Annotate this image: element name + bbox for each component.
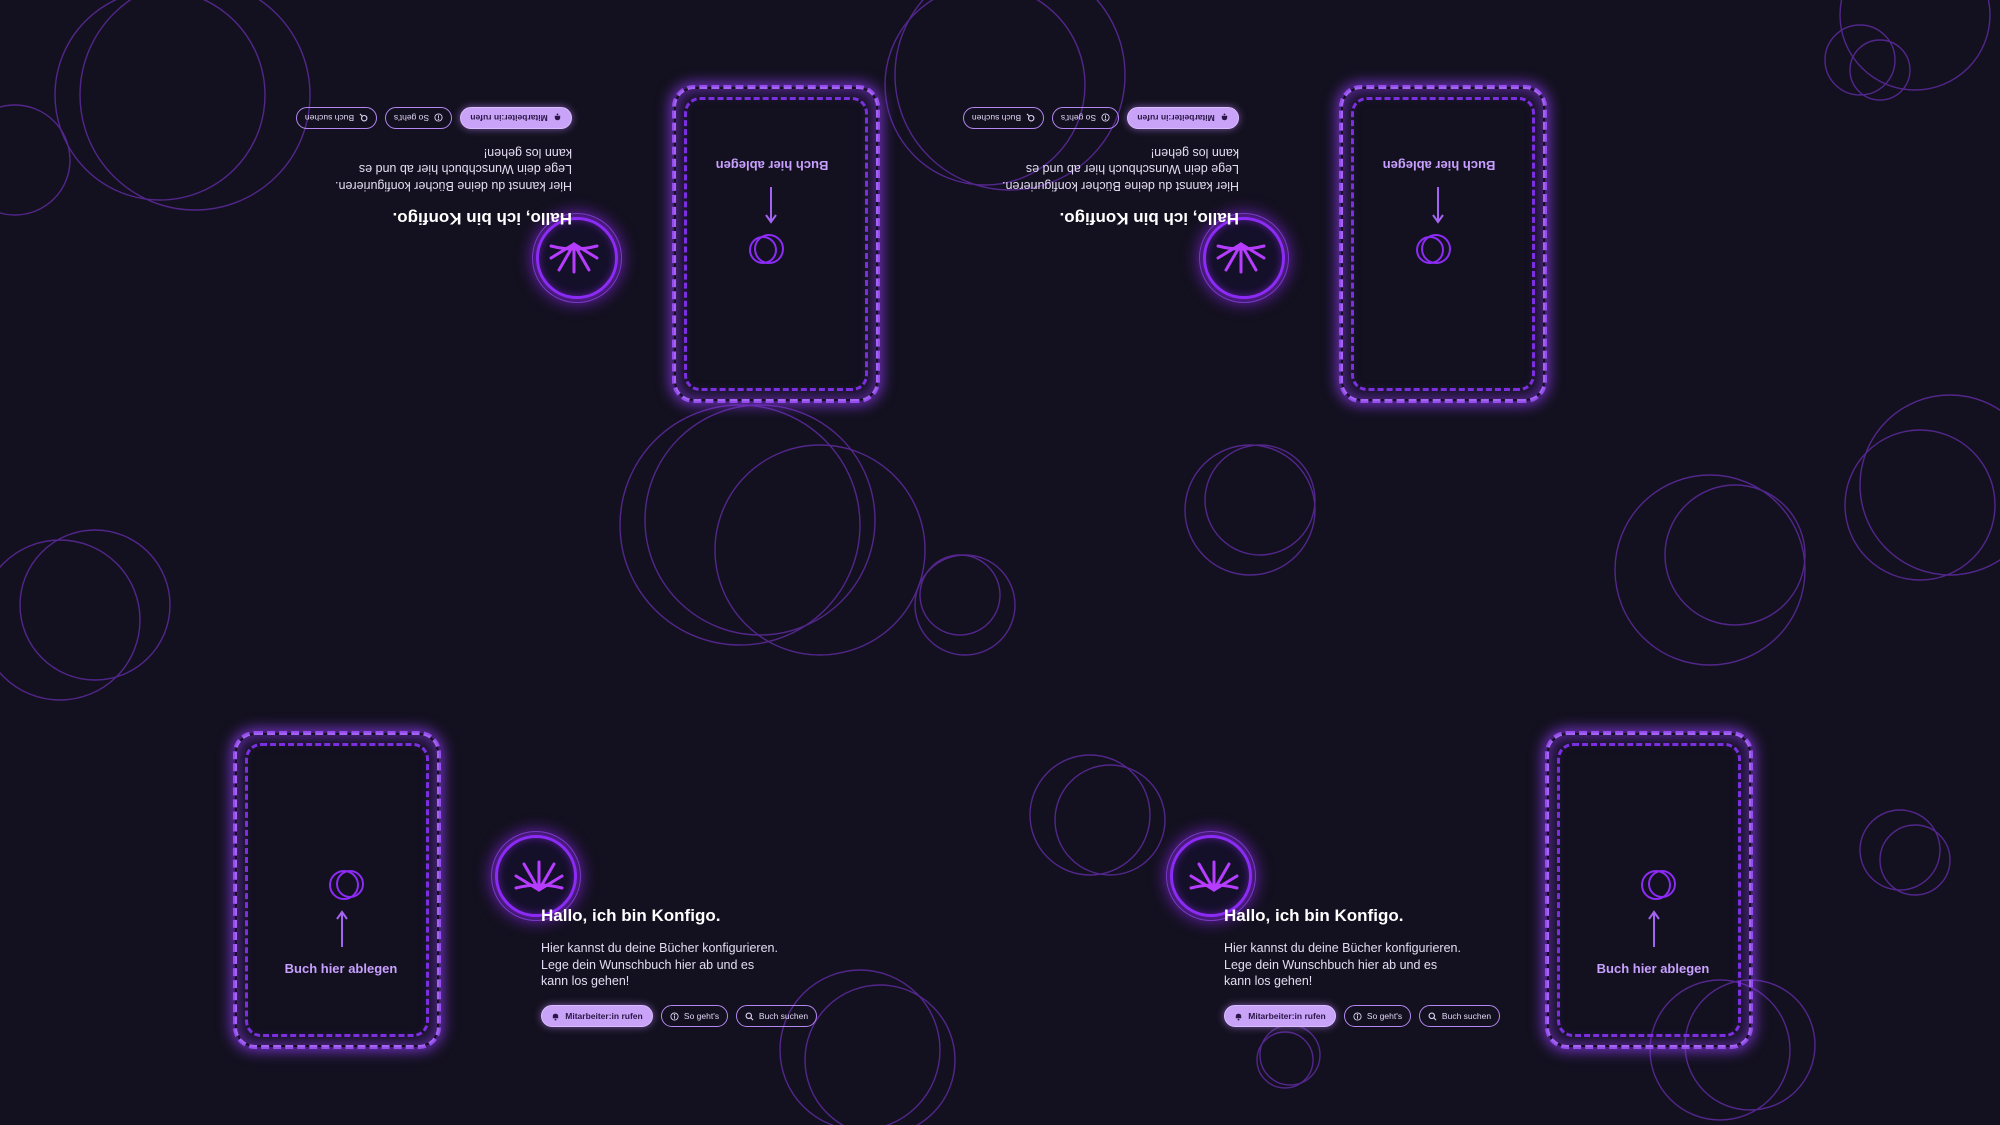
bell-icon xyxy=(1221,113,1227,121)
intro-text: Hier kannst du deine Bücher konfiguriere… xyxy=(1002,146,1239,193)
greeting-heading: Hallo, ich bin Konfigo. xyxy=(1224,906,1404,925)
info-icon xyxy=(1101,113,1110,123)
arrow-up-icon xyxy=(765,187,777,224)
how-it-works-button[interactable]: So geht's xyxy=(385,107,452,129)
info-icon xyxy=(670,1011,679,1021)
how-it-works-button[interactable]: So geht's xyxy=(661,1005,728,1027)
drop-zone-label: Buch hier ablegen xyxy=(715,158,829,173)
info-icon xyxy=(1353,1011,1362,1021)
how-it-works-button[interactable]: So geht's xyxy=(1344,1005,1411,1027)
book-sensor-icon xyxy=(1416,234,1451,264)
station-bottom-left: Buch hier ablegen Hallo, ich bin Konfigo… xyxy=(233,731,863,1061)
intro-text: Hier kannst du deine Bücher konfiguriere… xyxy=(335,146,572,193)
open-book-icon xyxy=(1216,242,1266,274)
station-top-right: Buch hier ablegen Hallo, ich bin Konfigo… xyxy=(917,73,1547,403)
station-top-left: Buch hier ablegen Hallo, ich bin Konfigo… xyxy=(250,73,880,403)
search-book-button[interactable]: Buch suchen xyxy=(296,107,377,129)
book-drop-zone[interactable]: Buch hier ablegen xyxy=(1339,85,1547,403)
arrow-up-icon xyxy=(1432,187,1444,224)
station-bottom-right-panel: Hallo, ich bin Konfigo. Hier kannst du d… xyxy=(900,731,1530,1061)
konfigo-avatar xyxy=(1203,217,1285,299)
search-icon xyxy=(359,114,368,122)
arrow-up-icon xyxy=(1648,910,1660,947)
search-icon xyxy=(1428,1012,1437,1020)
call-staff-button[interactable]: Mitarbeiter:in rufen xyxy=(1224,1005,1336,1027)
open-book-icon xyxy=(514,860,564,892)
intro-text: Hier kannst du deine Bücher konfiguriere… xyxy=(541,941,778,988)
drop-zone-label: Buch hier ablegen xyxy=(284,961,398,976)
book-drop-zone[interactable]: Buch hier ablegen xyxy=(672,85,880,403)
intro-text: Hier kannst du deine Bücher konfiguriere… xyxy=(1224,941,1461,988)
drop-zone-label: Buch hier ablegen xyxy=(1596,961,1710,976)
book-sensor-icon xyxy=(329,870,364,900)
how-it-works-button[interactable]: So geht's xyxy=(1052,107,1119,129)
greeting-heading: Hallo, ich bin Konfigo. xyxy=(541,906,721,925)
info-icon xyxy=(434,113,443,123)
konfigo-avatar xyxy=(491,831,581,921)
search-book-button[interactable]: Buch suchen xyxy=(1419,1005,1500,1027)
call-staff-button[interactable]: Mitarbeiter:in rufen xyxy=(1127,107,1239,129)
search-icon xyxy=(1026,114,1035,122)
open-book-icon xyxy=(1189,860,1239,892)
search-icon xyxy=(745,1012,754,1020)
call-staff-button[interactable]: Mitarbeiter:in rufen xyxy=(460,107,572,129)
book-sensor-icon xyxy=(749,234,784,264)
book-drop-zone[interactable]: Buch hier ablegen xyxy=(233,731,441,1049)
konfigo-avatar xyxy=(1166,831,1256,921)
call-staff-button[interactable]: Mitarbeiter:in rufen xyxy=(541,1005,653,1027)
book-drop-zone[interactable]: Buch hier ablegen xyxy=(1545,731,1753,1049)
drop-zone-label: Buch hier ablegen xyxy=(1382,158,1496,173)
open-book-icon xyxy=(549,242,599,274)
search-book-button[interactable]: Buch suchen xyxy=(736,1005,817,1027)
station-bottom-right: Buch hier ablegen xyxy=(1545,731,2000,1061)
arrow-up-icon xyxy=(336,910,348,947)
greeting-heading: Hallo, ich bin Konfigo. xyxy=(1059,209,1239,228)
bell-icon xyxy=(1236,1013,1242,1021)
book-sensor-icon xyxy=(1641,870,1676,900)
bell-icon xyxy=(553,1013,559,1021)
konfigo-avatar xyxy=(536,217,618,299)
bell-icon xyxy=(554,113,560,121)
greeting-heading: Hallo, ich bin Konfigo. xyxy=(392,209,572,228)
search-book-button[interactable]: Buch suchen xyxy=(963,107,1044,129)
